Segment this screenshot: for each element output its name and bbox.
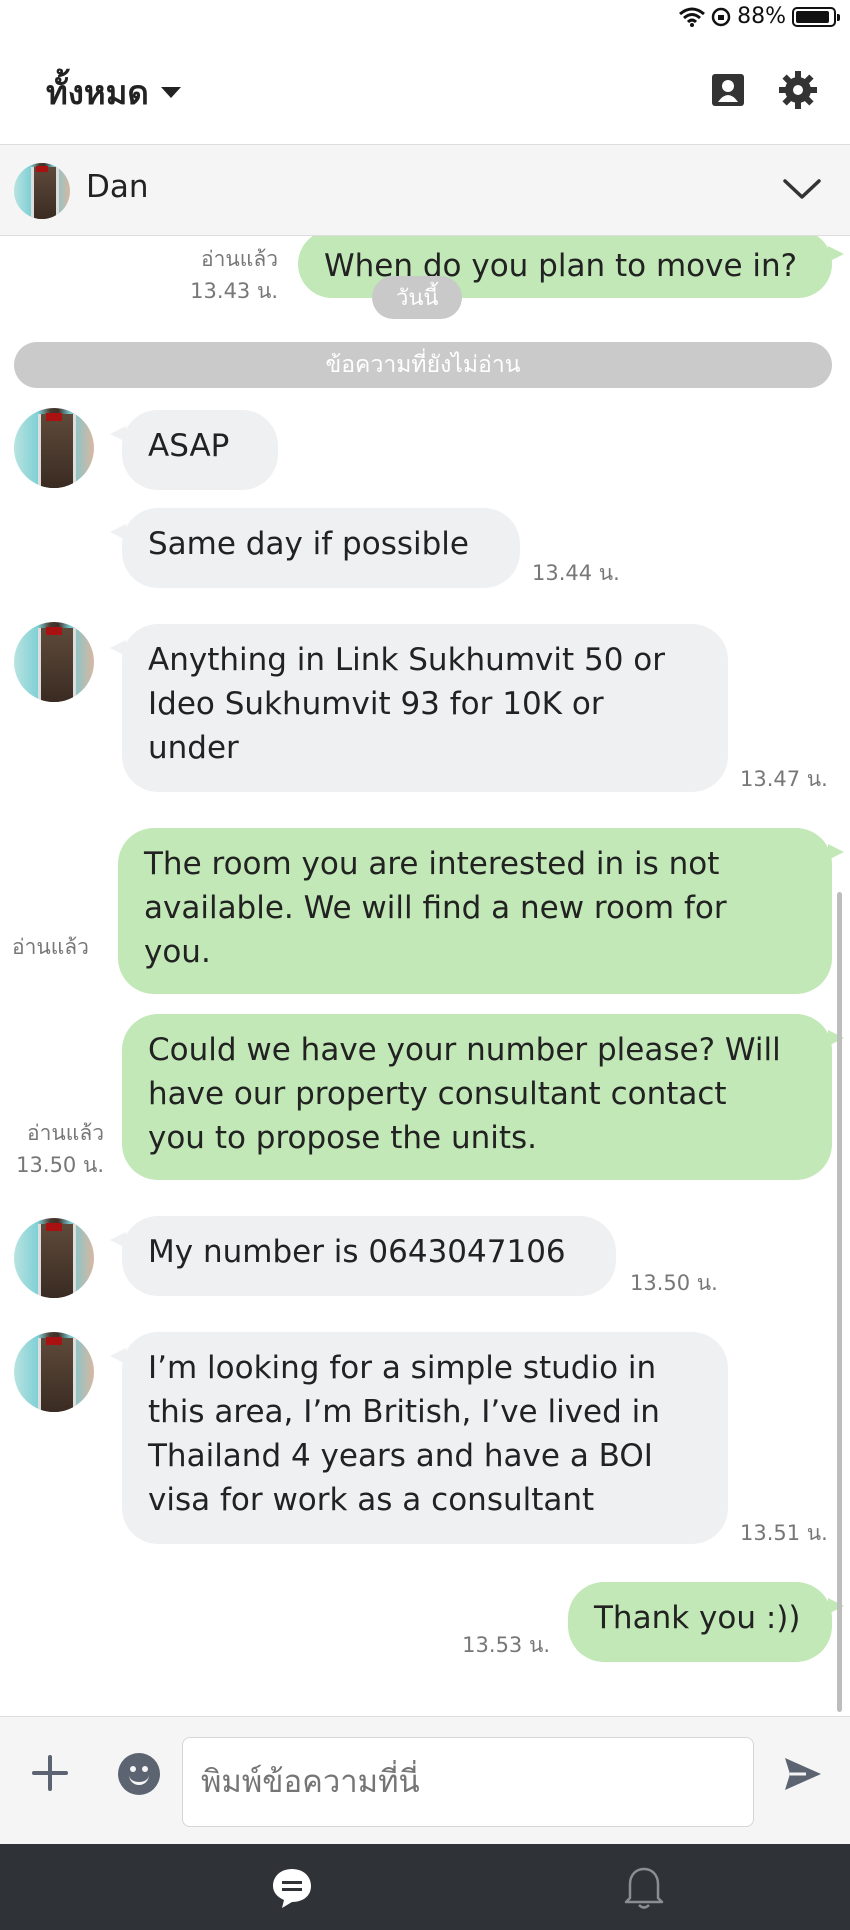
contacts-icon[interactable] [706,68,750,112]
header: ทั้งหมด [0,38,850,144]
status-right: 88% [679,4,840,29]
chevron-down-icon[interactable] [782,173,822,203]
avatar[interactable] [14,408,94,488]
message-bubble-incoming[interactable]: ASAP [110,410,278,490]
bell-icon[interactable] [622,1864,666,1910]
tab-bar [0,1844,850,1930]
send-icon[interactable] [782,1753,824,1795]
battery-icon [792,6,840,27]
message-input[interactable] [182,1737,754,1827]
contact-bar[interactable]: Dan [0,144,850,236]
message-time: 13.51 น. [740,1521,828,1545]
message-time: 13.50 น. [16,1153,104,1177]
battery-percent: 88% [737,4,786,29]
avatar[interactable] [14,622,94,702]
caret-down-icon [160,87,181,98]
read-receipt: อ่านแล้ว [27,1121,104,1145]
read-receipt: อ่านแล้ว [12,935,89,959]
avatar[interactable] [14,163,70,219]
plus-icon[interactable] [30,1753,70,1793]
chat-area[interactable]: When do you plan to move in? อ่านแล้ว 13… [0,236,850,1716]
gear-icon[interactable] [776,68,820,112]
emoji-icon[interactable] [118,1753,160,1795]
unread-separator: ข้อความที่ยังไม่อ่าน [14,342,832,388]
message-bubble-incoming[interactable]: My number is 0643047106 [110,1216,616,1296]
message-bubble-incoming[interactable]: Same day if possible [110,508,520,588]
message-time: 13.47 น. [740,767,828,791]
message-time: 13.43 น. [190,279,278,303]
avatar[interactable] [14,1218,94,1298]
contact-name: Dan [86,169,149,205]
input-bar [0,1716,850,1844]
date-separator: วันนี้ [372,276,463,319]
message-bubble-outgoing[interactable]: Thank you :)) [568,1582,844,1662]
header-title: ทั้งหมด [46,73,149,112]
message-bubble-incoming[interactable]: Anything in Link Sukhumvit 50 or Ideo Su… [110,624,728,792]
status-bar: 88% [0,0,850,38]
chat-filter-dropdown[interactable]: ทั้งหมด [46,66,181,119]
wifi-icon [679,7,706,27]
chat-icon[interactable] [270,1866,314,1910]
message-time: 13.44 น. [532,561,620,585]
avatar[interactable] [14,1332,94,1412]
scrollbar[interactable] [837,892,842,1712]
message-bubble-outgoing[interactable]: The room you are interested in is not av… [118,828,844,994]
message-bubble-outgoing[interactable]: Could we have your number please? Will h… [122,1014,844,1180]
message-time: 13.53 น. [462,1633,550,1657]
read-receipt: อ่านแล้ว [201,247,278,271]
message-time: 13.50 น. [630,1271,718,1295]
orientation-lock-icon [711,7,731,26]
message-bubble-incoming[interactable]: I’m looking for a simple studio in this … [110,1332,728,1544]
